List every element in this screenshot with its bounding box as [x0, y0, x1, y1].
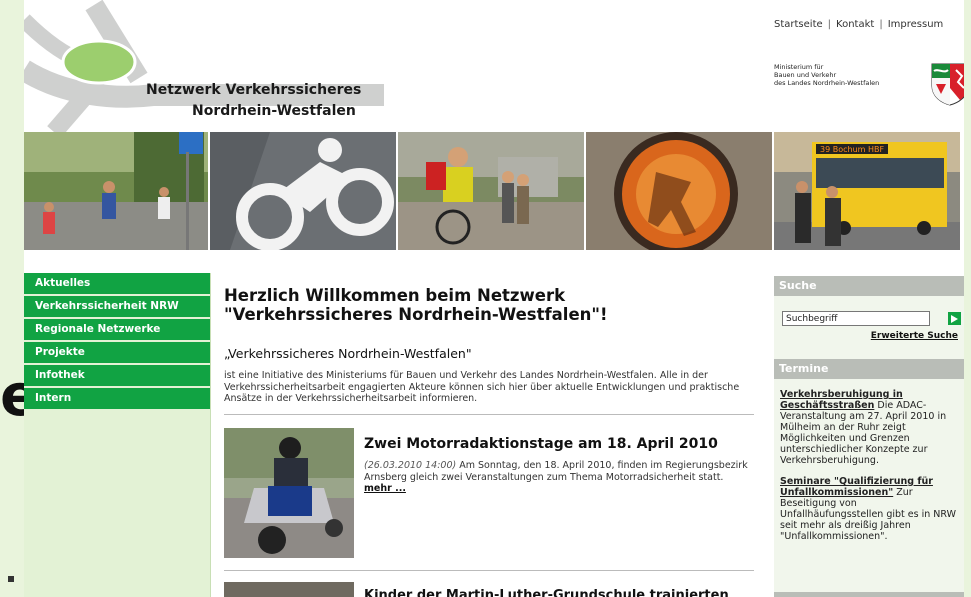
- divider: [224, 414, 754, 415]
- nav-item-verkehrssicherheit-nrw[interactable]: Verkehrssicherheit NRW: [24, 296, 210, 319]
- logo-title-line1: Netzwerk Verkehrssicheres: [146, 82, 362, 98]
- nav-item-intern[interactable]: Intern: [24, 388, 210, 411]
- event-item: Verkehrsberuhigung in Geschäftsstraßen D…: [780, 389, 960, 466]
- edge-mark: [8, 576, 14, 582]
- search-form: [782, 311, 961, 326]
- left-navigation: Aktuelles Verkehrssicherheit NRW Regiona…: [24, 273, 211, 597]
- ministry-name[interactable]: Ministerium für Bauen und Verkehr des La…: [774, 63, 914, 87]
- site-logo[interactable]: Netzwerk Verkehrssicheres Nordrhein-West…: [24, 0, 404, 138]
- nav-item-aktuelles[interactable]: Aktuelles: [24, 273, 210, 296]
- ministry-line: des Landes Nordrhein-Westfalen: [774, 79, 880, 87]
- search-submit-button[interactable]: [948, 312, 961, 325]
- news-title[interactable]: Zwei Motorradaktionstage am 18. April 20…: [364, 436, 718, 452]
- sidebar-box-footer: [774, 592, 964, 597]
- nav-item-regionale-netzwerke[interactable]: Regionale Netzwerke: [24, 319, 210, 342]
- nav-item-projekte[interactable]: Projekte: [24, 342, 210, 365]
- page: Netzwerk Verkehrssicheres Nordrhein-West…: [24, 0, 964, 597]
- news-image[interactable]: [224, 582, 354, 597]
- logo-title-line2: Nordrhein-Westfalen: [192, 103, 356, 119]
- news-teaser: (26.03.2010 14:00) Am Sonntag, den 18. A…: [364, 460, 754, 495]
- nav-link-impressum[interactable]: Impressum: [888, 19, 944, 30]
- extended-search-link[interactable]: Erweiterte Suche: [871, 331, 958, 341]
- main-content: Herzlich Willkommen beim Netzwerk "Verke…: [224, 286, 764, 597]
- events-box-heading: Termine: [774, 359, 964, 379]
- search-input[interactable]: [782, 311, 930, 326]
- search-box-heading: Suche: [774, 276, 964, 296]
- nav-item-infothek[interactable]: Infothek: [24, 365, 210, 388]
- banner-photo-children: [24, 132, 208, 250]
- header-photo-banner: 39 Bochum HBF: [24, 132, 964, 250]
- events-list: Verkehrsberuhigung in Geschäftsstraßen D…: [780, 389, 960, 552]
- event-item: Seminare "Qualifizierung für Unfallkommi…: [780, 476, 960, 542]
- page-title-line2: "Verkehrssicheres Nordrhein-Westfalen"!: [224, 305, 608, 324]
- arrow-right-icon: [951, 314, 958, 323]
- banner-photo-bus: 39 Bochum HBF: [774, 132, 960, 250]
- banner-photo-cyclists: [398, 132, 584, 250]
- news-image-motorcycles[interactable]: [224, 428, 354, 558]
- nav-link-startseite[interactable]: Startseite: [774, 19, 823, 30]
- nrw-coat-of-arms-icon: [931, 63, 964, 106]
- news-title[interactable]: Kinder der Martin-Luther-Grundschule tra…: [364, 588, 729, 597]
- intro-heading: „Verkehrssicheres Nordrhein-Westfalen": [224, 346, 472, 361]
- page-title: Herzlich Willkommen beim Netzwerk "Verke…: [224, 286, 764, 324]
- banner-photo-traffic-light: [586, 132, 772, 250]
- banner-photo-bike-symbol: [210, 132, 396, 250]
- right-sidebar: Suche Erweiterte Suche Termine Verkehrsb…: [774, 276, 964, 597]
- top-navigation: Startseite | Kontakt | Impressum: [774, 19, 944, 30]
- ministry-line: Bauen und Verkehr: [774, 71, 837, 79]
- intro-text: ist eine Initiative des Ministeriums für…: [224, 370, 740, 404]
- bus-destination-sign: 39 Bochum HBF: [820, 145, 884, 154]
- news-date: (26.03.2010 14:00): [364, 460, 457, 471]
- divider: [224, 570, 754, 571]
- read-more-link[interactable]: mehr ...: [364, 483, 406, 494]
- ministry-line: Ministerium für: [774, 63, 824, 71]
- page-title-line1: Herzlich Willkommen beim Netzwerk: [224, 286, 566, 305]
- nav-link-kontakt[interactable]: Kontakt: [836, 19, 874, 30]
